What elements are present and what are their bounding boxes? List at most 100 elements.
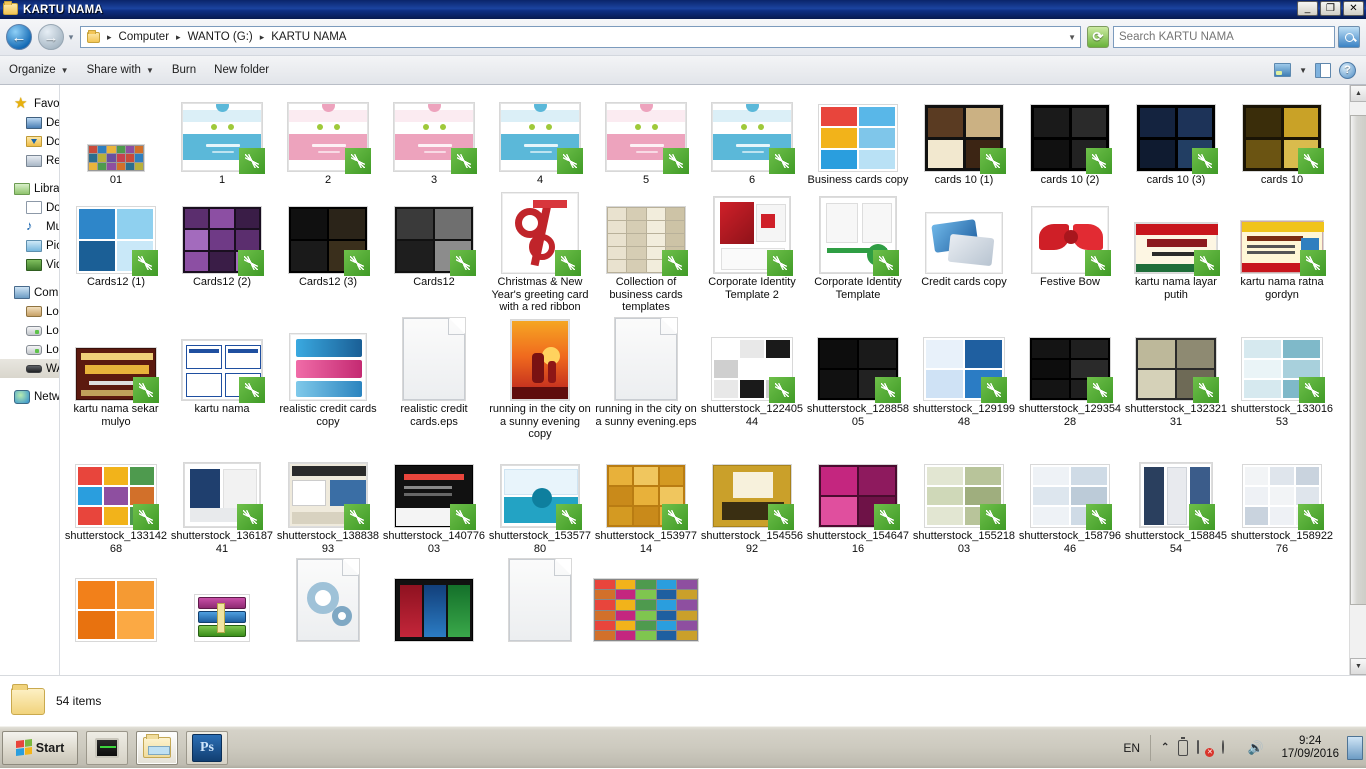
chevron-down-icon[interactable]: ▼ (1299, 66, 1307, 75)
file-item[interactable]: realistic credit cards copy (275, 314, 381, 441)
scroll-up-button[interactable]: ▲ (1350, 85, 1366, 102)
file-item[interactable] (593, 555, 699, 644)
help-icon[interactable]: ? (1339, 61, 1356, 79)
file-thumbnail[interactable] (1017, 187, 1123, 276)
new-folder-button[interactable]: New folder (205, 61, 278, 79)
file-item[interactable]: shutterstock_15455692 (699, 441, 805, 555)
file-item[interactable]: shutterstock_13232131 (1123, 314, 1229, 441)
file-thumbnail[interactable] (1017, 441, 1123, 530)
file-thumbnail[interactable] (911, 441, 1017, 530)
file-item[interactable]: Corporate Identity Template (805, 187, 911, 314)
file-thumbnail[interactable] (169, 187, 275, 276)
file-item[interactable]: shutterstock_12240544 (699, 314, 805, 441)
file-thumbnail[interactable] (1229, 85, 1335, 174)
file-item[interactable]: cards 10 (2) (1017, 85, 1123, 187)
scrollbar-thumb[interactable] (1350, 115, 1366, 605)
file-thumbnail[interactable] (1229, 187, 1335, 276)
burn-button[interactable]: Burn (163, 61, 205, 79)
taskbar-item-explorer[interactable] (136, 730, 178, 765)
file-thumbnail[interactable] (381, 187, 487, 276)
taskbar-item-photoshop[interactable]: Ps (186, 730, 228, 765)
file-thumbnail[interactable] (593, 555, 699, 643)
file-thumbnail[interactable] (699, 85, 805, 174)
file-thumbnail[interactable] (169, 314, 275, 403)
file-thumbnail[interactable] (805, 314, 911, 403)
file-item[interactable] (169, 555, 275, 644)
file-item[interactable]: shutterstock_14077603 (381, 441, 487, 555)
file-thumbnail[interactable] (1017, 85, 1123, 174)
file-thumbnail[interactable] (63, 187, 169, 276)
file-item[interactable]: kartu nama ratna gordyn (1229, 187, 1335, 314)
close-button[interactable]: ✕ (1343, 1, 1364, 16)
layout-pane-icon[interactable] (1315, 62, 1331, 78)
maximize-button[interactable]: ❐ (1320, 1, 1341, 16)
file-thumbnail[interactable] (275, 85, 381, 174)
breadcrumb-item-computer[interactable]: Computer (117, 30, 172, 44)
file-item[interactable] (381, 555, 487, 644)
file-thumbnail[interactable] (1017, 314, 1123, 403)
file-item[interactable]: Corporate Identity Template 2 (699, 187, 805, 314)
file-item[interactable] (487, 555, 593, 644)
file-item[interactable]: 3 (381, 85, 487, 187)
file-item[interactable]: realistic credit cards.eps (381, 314, 487, 441)
file-item[interactable]: shutterstock_13314268 (63, 441, 169, 555)
breadcrumb-separator-2[interactable]: ▸ (255, 32, 270, 43)
volume-icon[interactable]: 🔊 (1247, 741, 1263, 755)
clock[interactable]: 9:24 17/09/2016 (1273, 735, 1347, 761)
battery-icon[interactable] (1178, 737, 1189, 756)
file-item[interactable]: shutterstock_15464716 (805, 441, 911, 555)
file-item[interactable] (275, 555, 381, 644)
file-thumbnail[interactable] (63, 441, 169, 530)
file-item[interactable]: shutterstock_15884554 (1123, 441, 1229, 555)
file-thumbnail[interactable] (487, 441, 593, 530)
file-item[interactable]: Cards12 (1) (63, 187, 169, 314)
file-thumbnail[interactable] (911, 314, 1017, 403)
history-dropdown-icon[interactable]: ▾ (64, 32, 78, 43)
sidebar-item-network[interactable]: Network (0, 387, 59, 406)
file-thumbnail[interactable] (487, 85, 593, 174)
file-thumbnail[interactable] (699, 187, 805, 276)
sidebar-item-libraries[interactable]: Libraries (0, 179, 59, 198)
show-hidden-icons-icon[interactable]: ⌃ (1161, 742, 1169, 753)
forward-arrow-icon[interactable]: → (38, 24, 64, 50)
file-item[interactable]: 5 (593, 85, 699, 187)
file-thumbnail[interactable] (593, 85, 699, 174)
file-thumbnail[interactable] (911, 85, 1017, 174)
back-arrow-icon[interactable]: ← (6, 24, 32, 50)
search-field[interactable] (1119, 31, 1309, 43)
file-thumbnail[interactable] (487, 314, 593, 402)
sidebar-item-documents[interactable]: Documents (0, 198, 59, 217)
organize-button[interactable]: Organize ▼ (0, 61, 78, 79)
file-thumbnail[interactable] (1123, 85, 1229, 174)
minimize-button[interactable]: _ (1297, 1, 1318, 16)
refresh-icon[interactable]: ⟳ (1087, 26, 1109, 48)
file-thumbnail[interactable] (63, 314, 169, 403)
chevron-down-icon[interactable]: ▼ (1068, 33, 1076, 42)
file-item[interactable]: shutterstock_13301653 (1229, 314, 1335, 441)
sidebar-item-videos[interactable]: Videos (0, 255, 59, 274)
vertical-scrollbar[interactable]: ▲ ▼ (1349, 85, 1366, 675)
breadcrumb-separator-0[interactable]: ▸ (102, 32, 117, 43)
file-thumbnail[interactable] (1123, 441, 1229, 530)
sidebar-item-pictures[interactable]: Pictures (0, 236, 59, 255)
file-item[interactable]: Collection of business cards templates (593, 187, 699, 314)
window-title-bar[interactable]: KARTU NAMA _ ❐ ✕ (0, 0, 1366, 19)
share-with-button[interactable]: Share with ▼ (78, 61, 163, 79)
file-thumbnail[interactable] (1229, 441, 1335, 530)
file-item[interactable]: shutterstock_13883893 (275, 441, 381, 555)
file-thumbnail[interactable] (381, 85, 487, 174)
file-item[interactable]: shutterstock_15521803 (911, 441, 1017, 555)
file-item[interactable]: Cards12 (381, 187, 487, 314)
file-thumbnail[interactable] (63, 85, 169, 173)
file-item[interactable]: cards 10 (1) (911, 85, 1017, 187)
file-thumbnail[interactable] (275, 187, 381, 276)
breadcrumb[interactable]: ▸ Computer ▸ WANTO (G:) ▸ KARTU NAMA ▼ (80, 26, 1081, 48)
sidebar-item-local-disk-d[interactable]: Local Disk (D:) (0, 321, 59, 340)
file-thumbnail[interactable] (275, 314, 381, 402)
file-thumbnail[interactable] (275, 441, 381, 530)
window-controls[interactable]: _ ❐ ✕ (1297, 1, 1364, 16)
file-thumbnail[interactable] (169, 555, 275, 643)
file-item[interactable]: 4 (487, 85, 593, 187)
start-button[interactable]: Start (2, 730, 78, 765)
file-item[interactable]: Cards12 (3) (275, 187, 381, 314)
